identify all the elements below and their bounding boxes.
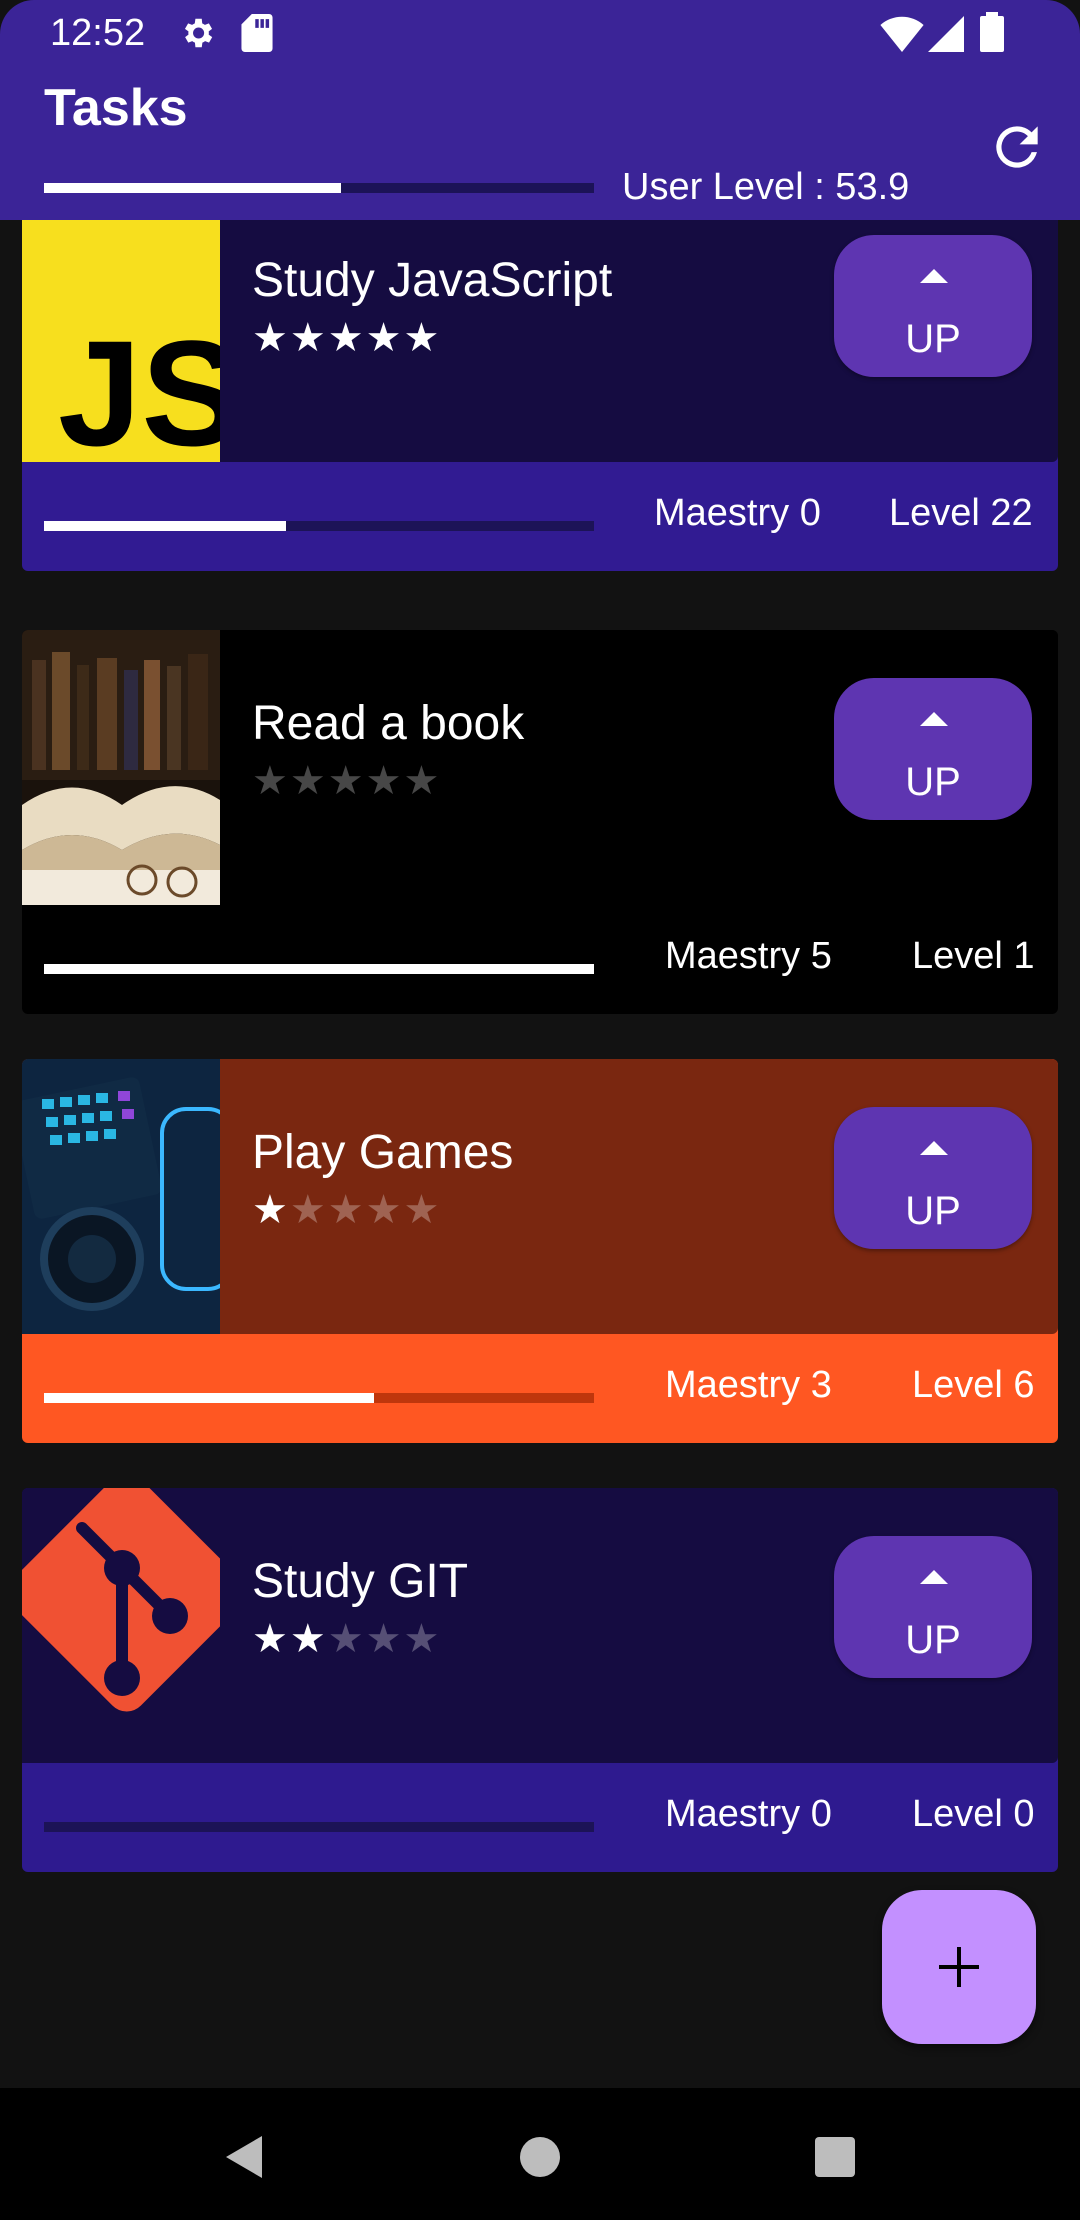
star-filled-icon: ★ xyxy=(252,1617,290,1661)
task-rating: ★★★★★ xyxy=(252,315,441,361)
javascript-logo-image: JS xyxy=(22,220,220,462)
task-name: Play Games xyxy=(252,1126,514,1179)
star-empty-icon: ★ xyxy=(403,759,442,803)
star-empty-icon: ★ xyxy=(289,1188,328,1232)
task-rating: ★★★★★ xyxy=(252,1187,441,1233)
arrow-up-icon xyxy=(920,269,948,283)
up-button[interactable]: UP xyxy=(834,1536,1032,1678)
star-empty-icon: ★ xyxy=(365,759,404,803)
cellular-signal-icon xyxy=(928,16,964,52)
arrow-up-icon xyxy=(920,712,948,726)
task-card-header: Read a book ★★★★★ UP xyxy=(22,630,1058,905)
status-bar: 12:52 xyxy=(0,0,1080,68)
task-progress-fill xyxy=(44,964,594,974)
task-name: Study JavaScript xyxy=(252,254,613,307)
star-empty-icon: ★ xyxy=(327,1188,366,1232)
user-level-progress-fill xyxy=(44,183,341,193)
up-button[interactable]: UP xyxy=(834,1107,1032,1249)
task-progress-fill xyxy=(44,521,286,531)
task-name: Read a book xyxy=(252,697,525,750)
star-filled-icon: ★ xyxy=(403,316,442,360)
git-logo-image xyxy=(22,1488,220,1763)
arrow-up-icon xyxy=(920,1570,948,1584)
task-maestry: Maestry 5 xyxy=(665,935,832,977)
star-empty-icon: ★ xyxy=(327,759,366,803)
page-title: Tasks xyxy=(44,79,188,137)
task-rating: ★★★★★ xyxy=(252,758,441,804)
task-progress-bar xyxy=(44,1393,594,1403)
task-card-header: Study GIT ★★★★★ UP xyxy=(22,1488,1058,1763)
task-maestry: Maestry 0 xyxy=(654,492,821,534)
star-empty-icon: ★ xyxy=(403,1617,442,1661)
up-button-label: UP xyxy=(905,317,961,361)
plus-icon xyxy=(939,1947,979,1987)
arrow-up-icon xyxy=(920,1141,948,1155)
star-filled-icon: ★ xyxy=(252,1188,290,1232)
star-empty-icon: ★ xyxy=(289,759,328,803)
refresh-icon[interactable] xyxy=(986,116,1048,178)
up-button[interactable]: UP xyxy=(834,678,1032,820)
user-level-label: User Level : 53.9 xyxy=(622,166,910,208)
wifi-icon xyxy=(880,16,924,52)
sd-card-icon xyxy=(241,14,273,52)
home-icon[interactable] xyxy=(519,2136,561,2178)
star-filled-icon: ★ xyxy=(289,316,328,360)
task-progress-fill xyxy=(44,1393,374,1403)
star-filled-icon: ★ xyxy=(252,316,290,360)
up-button-label: UP xyxy=(905,760,961,804)
back-icon[interactable] xyxy=(222,2134,264,2180)
battery-icon xyxy=(980,12,1004,52)
recents-icon[interactable] xyxy=(814,2136,856,2178)
task-progress-bar xyxy=(44,1822,594,1832)
task-level: Level 0 xyxy=(912,1793,1035,1835)
task-card[interactable]: JS Study JavaScript ★★★★★ UP Maestry 0 L… xyxy=(22,220,1058,571)
up-button-label: UP xyxy=(905,1618,961,1662)
star-empty-icon: ★ xyxy=(403,1188,442,1232)
up-button[interactable]: UP xyxy=(834,235,1032,377)
status-time: 12:52 xyxy=(50,12,146,54)
task-card-header: JS Study JavaScript ★★★★★ UP xyxy=(22,220,1058,462)
star-empty-icon: ★ xyxy=(327,1617,366,1661)
star-filled-icon: ★ xyxy=(327,316,366,360)
task-progress-bar xyxy=(44,964,594,974)
task-maestry: Maestry 3 xyxy=(665,1364,832,1406)
star-filled-icon: ★ xyxy=(365,316,404,360)
star-filled-icon: ★ xyxy=(289,1617,328,1661)
system-nav-bar xyxy=(0,2088,1080,2220)
settings-icon xyxy=(184,18,213,48)
task-card[interactable]: Play Games ★★★★★ UP Maestry 3 Level 6 xyxy=(22,1059,1058,1443)
user-level-progress xyxy=(44,183,594,193)
app-bar: 12:52 Tasks User Level : 53.9 xyxy=(0,0,1080,220)
book-photo-image xyxy=(22,630,220,905)
task-level: Level 6 xyxy=(912,1364,1035,1406)
svg-text:JS: JS xyxy=(58,309,220,462)
task-card-header: Play Games ★★★★★ UP xyxy=(22,1059,1058,1334)
task-level: Level 1 xyxy=(912,935,1035,977)
task-list: JS Study JavaScript ★★★★★ UP Maestry 0 L… xyxy=(0,220,1080,2090)
gaming-photo-image xyxy=(22,1059,220,1334)
task-card[interactable]: Study GIT ★★★★★ UP Maestry 0 Level 0 xyxy=(22,1488,1058,1872)
star-empty-icon: ★ xyxy=(252,759,290,803)
star-empty-icon: ★ xyxy=(365,1617,404,1661)
task-rating: ★★★★★ xyxy=(252,1616,441,1662)
task-level: Level 22 xyxy=(889,492,1033,534)
task-progress-bar xyxy=(44,521,594,531)
task-maestry: Maestry 0 xyxy=(665,1793,832,1835)
up-button-label: UP xyxy=(905,1189,961,1233)
task-name: Study GIT xyxy=(252,1555,469,1608)
add-task-button[interactable] xyxy=(882,1890,1036,2044)
star-empty-icon: ★ xyxy=(365,1188,404,1232)
task-card[interactable]: Read a book ★★★★★ UP Maestry 5 Level 1 xyxy=(22,630,1058,1014)
